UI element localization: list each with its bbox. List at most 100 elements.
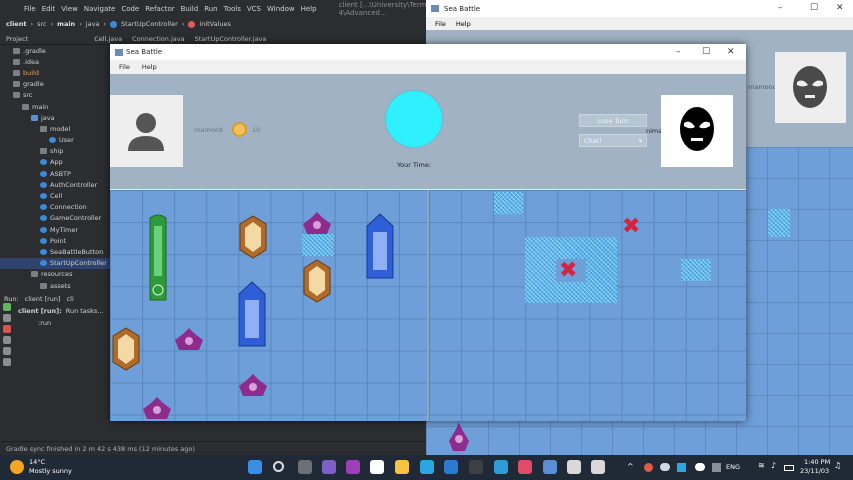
lose-turn-button[interactable]: Lose Turn bbox=[579, 114, 647, 127]
run-tree-root[interactable]: client [run]: bbox=[18, 307, 62, 315]
notification-icon[interactable]: ♫ bbox=[834, 461, 841, 470]
breadcrumb-item[interactable]: main bbox=[57, 20, 75, 28]
tree-item[interactable]: java bbox=[0, 112, 110, 123]
close-icon[interactable]: ✕ bbox=[727, 47, 735, 57]
onedrive-icon[interactable] bbox=[695, 463, 705, 471]
wifi-icon[interactable]: ≋ bbox=[758, 461, 765, 470]
edge-icon[interactable] bbox=[420, 460, 434, 474]
breadcrumb-item[interactable]: StartUpController bbox=[121, 20, 178, 28]
menu-file[interactable]: File bbox=[435, 20, 446, 28]
volume-icon[interactable]: ♪ bbox=[771, 461, 776, 470]
class-icon bbox=[40, 226, 47, 233]
tree-item[interactable]: Cell bbox=[0, 190, 110, 201]
clock-time[interactable]: 1:40 PM bbox=[804, 458, 830, 466]
windows-start-icon[interactable] bbox=[248, 460, 262, 474]
connection-java-tab[interactable]: Connection.java bbox=[132, 35, 184, 43]
chrome-icon[interactable] bbox=[370, 460, 384, 474]
terminal-icon[interactable] bbox=[469, 460, 483, 474]
layout-icon[interactable] bbox=[3, 347, 11, 355]
tree-item[interactable]: SeaBattleButton bbox=[0, 246, 110, 257]
chat-select[interactable]: Chat! ▾ bbox=[579, 134, 647, 147]
menu-help[interactable]: Help bbox=[301, 5, 317, 13]
menu-file[interactable]: File bbox=[24, 5, 36, 13]
app-icon[interactable] bbox=[494, 460, 508, 474]
tree-item[interactable]: model bbox=[0, 123, 110, 134]
rerun-icon[interactable] bbox=[3, 303, 11, 311]
tray-icon[interactable] bbox=[644, 463, 653, 472]
tree-item[interactable]: User bbox=[0, 135, 110, 146]
breadcrumb-item[interactable]: client bbox=[6, 20, 26, 28]
menu-file[interactable]: File bbox=[119, 63, 130, 71]
menu-refactor[interactable]: Refactor bbox=[145, 5, 174, 13]
battery-icon[interactable] bbox=[784, 465, 794, 471]
tree-item[interactable]: src bbox=[0, 90, 110, 101]
tray-icon[interactable] bbox=[712, 463, 721, 472]
menu-run[interactable]: Run bbox=[204, 5, 217, 13]
startup-controller-tab[interactable]: StartUpController.java bbox=[195, 35, 267, 43]
onenote-icon[interactable] bbox=[346, 460, 360, 474]
tree-item[interactable]: ASBTP bbox=[0, 168, 110, 179]
brown-ship-icon bbox=[112, 327, 140, 371]
camera-icon[interactable] bbox=[3, 336, 11, 344]
tree-item[interactable]: .gradle bbox=[0, 45, 110, 56]
class-icon bbox=[40, 237, 47, 244]
menu-help[interactable]: Help bbox=[456, 20, 471, 28]
tree-item[interactable]: resources bbox=[0, 269, 110, 280]
tray-icon[interactable] bbox=[677, 463, 686, 472]
breadcrumb-item[interactable]: initValues bbox=[199, 20, 231, 28]
menu-code[interactable]: Code bbox=[121, 5, 139, 13]
tree-item[interactable]: ship bbox=[0, 146, 110, 157]
wrench-icon[interactable] bbox=[3, 314, 11, 322]
sea-battle-icon[interactable] bbox=[591, 460, 605, 474]
cloud-icon[interactable] bbox=[660, 463, 670, 471]
close-icon[interactable]: ✕ bbox=[836, 3, 844, 13]
search-icon[interactable] bbox=[273, 461, 284, 472]
masked-person-icon bbox=[680, 107, 714, 151]
menu-vcs[interactable]: VCS bbox=[247, 5, 261, 13]
tree-item[interactable]: main bbox=[0, 101, 110, 112]
tree-item[interactable]: Connection bbox=[0, 202, 110, 213]
intellij-icon[interactable] bbox=[518, 460, 532, 474]
minimize-icon[interactable]: – bbox=[778, 3, 783, 13]
breadcrumb-item[interactable]: java bbox=[86, 20, 100, 28]
teams-icon[interactable] bbox=[322, 460, 336, 474]
maximize-icon[interactable]: ☐ bbox=[810, 3, 818, 13]
pin-icon[interactable] bbox=[3, 358, 11, 366]
tree-item[interactable]: MyTimer bbox=[0, 224, 110, 235]
tree-item[interactable]: .idea bbox=[0, 56, 110, 67]
menu-window[interactable]: Window bbox=[267, 5, 295, 13]
tree-item[interactable]: AuthController bbox=[0, 179, 110, 190]
clock-date[interactable]: 23/11/03 bbox=[800, 467, 829, 475]
opponent-board[interactable] bbox=[429, 190, 746, 421]
menu-tools[interactable]: Tools bbox=[224, 5, 241, 13]
menu-navigate[interactable]: Navigate bbox=[84, 5, 115, 13]
run-tab-other[interactable]: cli bbox=[67, 295, 74, 303]
menu-help[interactable]: Help bbox=[142, 63, 157, 71]
run-tab-client[interactable]: client [run] bbox=[25, 295, 61, 303]
stop-icon[interactable] bbox=[3, 325, 11, 333]
file-explorer-icon[interactable] bbox=[395, 460, 409, 474]
task-view-icon[interactable] bbox=[298, 460, 312, 474]
minimize-icon[interactable]: – bbox=[676, 47, 681, 57]
sea-battle-icon[interactable] bbox=[567, 460, 581, 474]
project-dropdown[interactable]: Project bbox=[6, 35, 28, 43]
weather-temp: 14°C bbox=[29, 458, 46, 466]
back-opponent-name: mamood bbox=[748, 83, 777, 91]
breadcrumb-item[interactable]: src bbox=[37, 20, 47, 28]
tree-item[interactable]: build bbox=[0, 67, 110, 78]
language-indicator[interactable]: ENG bbox=[726, 463, 740, 471]
tree-item[interactable]: GameController bbox=[0, 213, 110, 224]
menu-view[interactable]: View bbox=[61, 5, 78, 13]
menu-edit[interactable]: Edit bbox=[42, 5, 56, 13]
cell-java-tab[interactable]: Cell.java bbox=[94, 35, 122, 43]
tree-item[interactable]: assets bbox=[0, 280, 110, 291]
menu-build[interactable]: Build bbox=[181, 5, 199, 13]
java-icon[interactable] bbox=[543, 460, 557, 474]
chevron-up-icon[interactable]: ^ bbox=[627, 462, 634, 471]
tree-item[interactable]: gradle bbox=[0, 79, 110, 90]
tree-item[interactable]: App bbox=[0, 157, 110, 168]
maximize-icon[interactable]: ☐ bbox=[702, 47, 710, 57]
tree-item[interactable]: Point bbox=[0, 235, 110, 246]
tree-item[interactable]: StartUpController bbox=[0, 257, 110, 269]
vscode-icon[interactable] bbox=[444, 460, 458, 474]
